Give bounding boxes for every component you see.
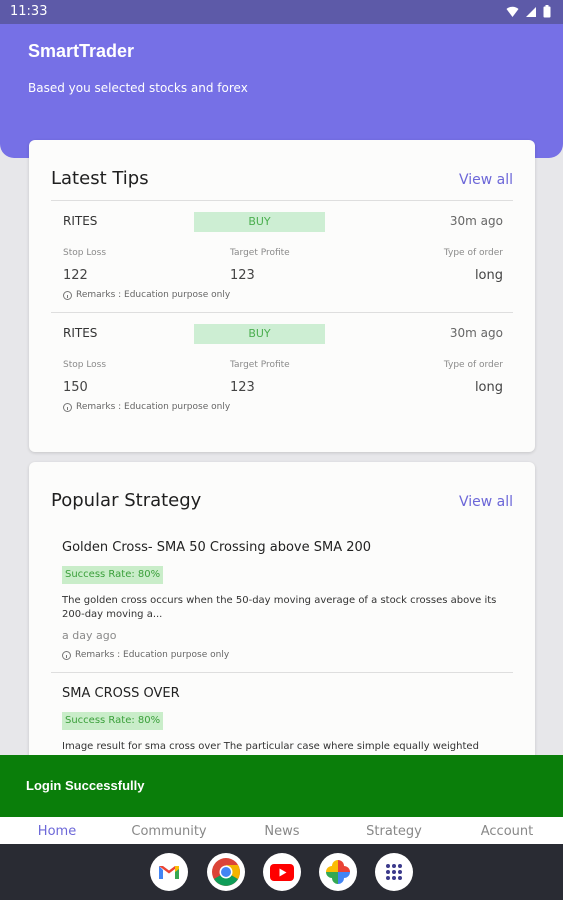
popular-strategy-view-all-link[interactable]: View all [459, 494, 513, 510]
order-type-value: long [474, 380, 503, 395]
stop-loss-label: Stop Loss [63, 360, 107, 370]
divider [51, 312, 513, 313]
snackbar: Login Successfully [0, 755, 563, 817]
divider [51, 672, 513, 673]
info-icon [63, 290, 72, 300]
stop-loss-value: 122 [63, 268, 88, 283]
tip-remarks-text: Remarks : Education purpose only [76, 290, 231, 300]
latest-tips-title: Latest Tips [51, 168, 149, 189]
strategy-item[interactable]: SMA CROSS OVER Success Rate: 80% Image r… [29, 682, 535, 762]
strategy-remarks-text: Remarks : Education purpose only [75, 650, 230, 660]
tip-time: 30m ago [449, 214, 503, 228]
tip-action-badge: BUY [194, 212, 325, 232]
target-value: 123 [230, 380, 255, 395]
app-header: SmartTrader Based you selected stocks an… [0, 24, 563, 158]
signal-icon [526, 6, 536, 17]
nav-account[interactable]: Account [481, 824, 534, 839]
status-icons [506, 5, 551, 18]
stop-loss-value: 150 [63, 380, 88, 395]
tip-time: 30m ago [449, 326, 503, 340]
app-drawer-icon[interactable] [375, 853, 413, 891]
status-time: 11:33 [10, 4, 48, 19]
strategy-item[interactable]: Golden Cross- SMA 50 Crossing above SMA … [29, 532, 535, 670]
order-type-label: Type of order [443, 248, 503, 258]
target-value: 123 [230, 268, 255, 283]
app-subtitle: Based you selected stocks and forex [28, 81, 248, 95]
info-icon [63, 402, 72, 412]
tip-remarks: Remarks : Education purpose only [63, 290, 230, 300]
latest-tips-card: Latest Tips View all RITES BUY 30m ago S… [29, 140, 535, 452]
success-rate-badge: Success Rate: 80% [62, 712, 164, 730]
target-label: Target Profite [230, 248, 290, 258]
nav-strategy[interactable]: Strategy [366, 824, 422, 839]
popular-strategy-card: Popular Strategy View all Golden Cross- … [29, 462, 535, 762]
snackbar-message: Login Successfully [26, 778, 145, 793]
strategy-description: Image result for sma cross over The part… [62, 741, 479, 752]
order-type-label: Type of order [443, 360, 503, 370]
stop-loss-label: Stop Loss [63, 248, 107, 258]
youtube-icon[interactable] [263, 853, 301, 891]
strategy-time: a day ago [62, 629, 117, 642]
tip-item[interactable]: RITES BUY 30m ago Stop Loss Target Profi… [51, 314, 513, 424]
gmail-icon[interactable] [150, 853, 188, 891]
divider [51, 200, 513, 201]
strategy-remarks: Remarks : Education purpose only [62, 650, 229, 660]
target-label: Target Profite [230, 360, 290, 370]
wifi-icon [506, 6, 519, 17]
success-rate-badge: Success Rate: 80% [62, 566, 164, 584]
info-icon [62, 650, 71, 660]
chrome-icon[interactable] [207, 853, 245, 891]
nav-news[interactable]: News [264, 824, 299, 839]
strategy-description: The golden cross occurs when the 50-day … [62, 595, 497, 620]
tip-item[interactable]: RITES BUY 30m ago Stop Loss Target Profi… [51, 202, 513, 312]
order-type-value: long [474, 268, 503, 283]
tip-action-badge: BUY [194, 324, 325, 344]
latest-tips-view-all-link[interactable]: View all [459, 172, 513, 188]
tip-symbol: RITES [63, 214, 98, 228]
photos-icon[interactable] [319, 853, 357, 891]
app-dock [0, 844, 563, 900]
tip-remarks: Remarks : Education purpose only [63, 402, 230, 412]
app-title: SmartTrader [28, 41, 135, 61]
nav-community[interactable]: Community [131, 824, 206, 839]
strategy-title: SMA CROSS OVER [62, 686, 180, 701]
nav-home[interactable]: Home [38, 824, 76, 839]
status-bar: 11:33 [0, 0, 563, 24]
tip-symbol: RITES [63, 326, 98, 340]
tip-remarks-text: Remarks : Education purpose only [76, 402, 231, 412]
popular-strategy-title: Popular Strategy [51, 490, 202, 511]
strategy-title: Golden Cross- SMA 50 Crossing above SMA … [62, 540, 372, 555]
battery-icon [543, 5, 551, 18]
